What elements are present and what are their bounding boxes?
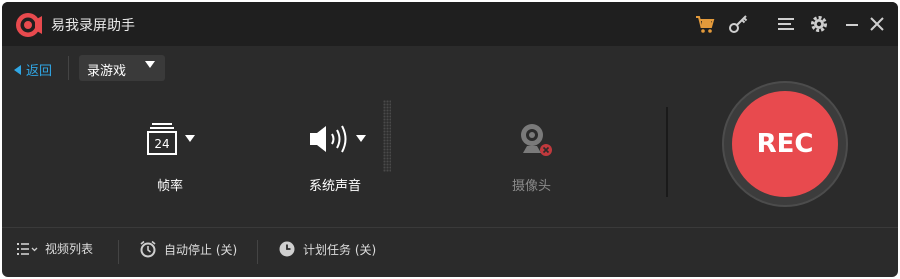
bottom-separator-2 (257, 240, 258, 264)
frame-rate-icon[interactable]: 24 (145, 122, 179, 156)
minimize-icon[interactable] (841, 13, 863, 35)
gear-icon[interactable] (808, 13, 830, 35)
nav-divider (68, 56, 69, 80)
bottom-separator-1 (118, 240, 119, 264)
rec-divider (666, 107, 668, 197)
cart-icon[interactable] (694, 13, 716, 35)
mode-select-value: 录游戏 (87, 64, 127, 79)
frame-rate-value: 24 (154, 137, 169, 151)
triangle-left-icon (14, 64, 21, 75)
system-audio-label: 系统声音 (309, 179, 362, 194)
panel-grip (383, 100, 391, 172)
back-button[interactable]: 返回 (14, 60, 52, 79)
list-icon (17, 242, 38, 255)
video-list-label: 视频列表 (45, 242, 94, 256)
key-icon[interactable] (727, 13, 749, 35)
audio-dropdown-icon[interactable] (356, 135, 366, 143)
clock-icon (279, 241, 295, 257)
app-title: 易我录屏助手 (51, 18, 135, 34)
caret-down-icon (145, 61, 155, 68)
rec-button[interactable]: REC (732, 91, 838, 197)
video-list-button[interactable]: 视频列表 (16, 240, 93, 257)
mode-select[interactable]: 录游戏 (79, 55, 165, 81)
schedule-button[interactable]: 计划任务 (关) (278, 240, 376, 258)
app-window: 易我录屏助手 返回 录游戏 24 帧率 系统声音 摄像头 REC 视频列表 自动… (2, 2, 898, 277)
auto-stop-button[interactable]: 自动停止 (关) (139, 240, 237, 258)
bottom-divider (2, 227, 898, 228)
webcam-label: 摄像头 (512, 179, 552, 194)
close-icon[interactable] (866, 13, 888, 35)
schedule-label: 计划任务 (关) (303, 242, 377, 257)
title-bar: 易我录屏助手 (2, 2, 898, 46)
frame-rate-dropdown-icon[interactable] (185, 135, 195, 143)
speaker-icon[interactable] (307, 123, 351, 155)
frame-rate-label: 帧率 (157, 179, 184, 194)
app-logo-icon (16, 13, 42, 37)
back-label: 返回 (26, 64, 53, 79)
alarm-clock-icon (140, 240, 156, 258)
webcam-icon[interactable] (515, 121, 555, 159)
menu-icon[interactable] (775, 13, 797, 35)
auto-stop-label: 自动停止 (关) (164, 242, 238, 257)
